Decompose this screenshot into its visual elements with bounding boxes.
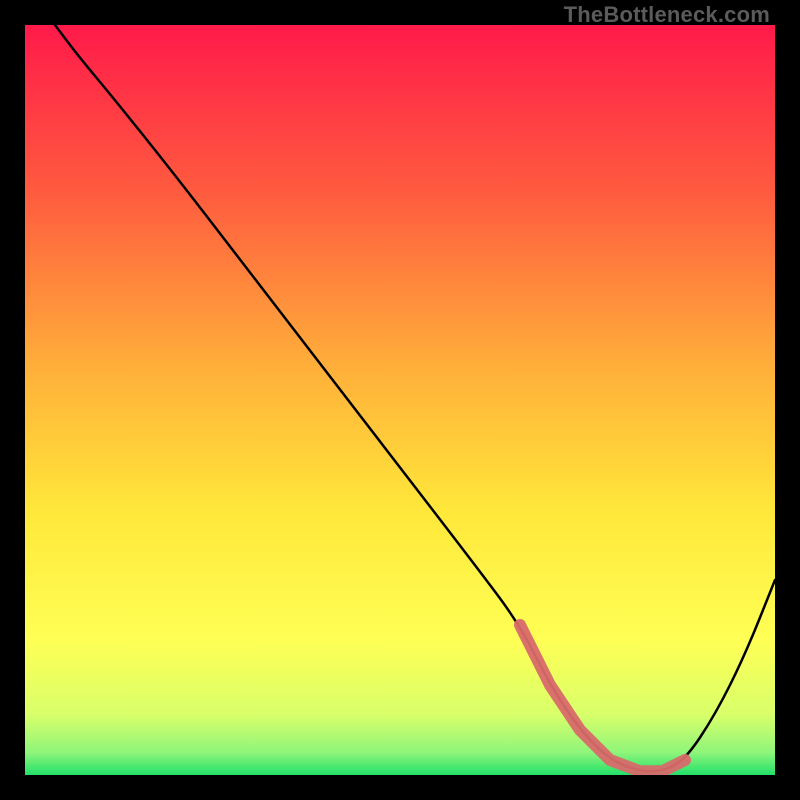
watermark-label: TheBottleneck.com [564,2,770,28]
chart-frame [25,25,775,775]
chart-svg [25,25,775,775]
gradient-background [25,25,775,775]
